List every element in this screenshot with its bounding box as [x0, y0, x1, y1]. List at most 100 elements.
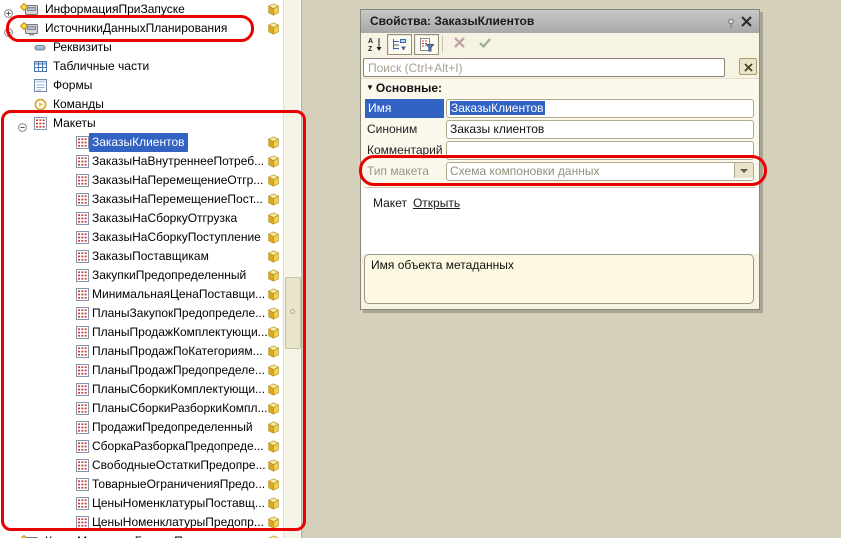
tree-item-label[interactable]: Макеты — [50, 114, 99, 133]
metadata-tree: ИнформацияПриЗапускеИсточникиДанныхПлани… — [0, 0, 283, 538]
tree-item-label[interactable]: ПродажиПредопределенный — [89, 418, 256, 437]
selected-text: ЗаказыКлиентов — [450, 101, 545, 115]
sort-alphabetical-button[interactable]: A Z — [364, 34, 386, 55]
tree-row[interactable]: СвободныеОстаткиПредопре... — [0, 456, 283, 475]
tree-item-label[interactable]: Команды — [50, 95, 107, 114]
dropdown-button[interactable] — [734, 163, 753, 178]
tree-row[interactable]: ПланыСборкиКомплектующи... — [0, 380, 283, 399]
group-by-category-button[interactable] — [387, 34, 412, 55]
collapse-icon[interactable] — [18, 119, 27, 128]
sort-az-icon: A Z — [367, 36, 384, 52]
property-value-field[interactable]: Заказы клиентов — [446, 120, 754, 139]
delete-icon — [453, 36, 466, 49]
accept-edit-button[interactable] — [474, 34, 496, 55]
tree-item-label[interactable]: ИнформацияПриЗапуске — [42, 0, 188, 19]
show-important-only-button[interactable] — [414, 34, 439, 55]
tree-item-label[interactable]: ЦеныНоменклатурыПредопр... — [89, 513, 267, 532]
tree-row[interactable]: Табличные части — [0, 57, 283, 76]
tree-row[interactable]: Реквизиты — [0, 38, 283, 57]
tree-row[interactable]: ПродажиПредопределенный — [0, 418, 283, 437]
tree-item-label[interactable]: ПланыПродажПоКатегориям... — [89, 342, 266, 361]
tree-row[interactable]: ИнформацияПриЗапуске — [0, 0, 283, 19]
svg-text:Z: Z — [368, 46, 373, 52]
tree-item-label[interactable]: ПланыПродажКомплектующи... — [89, 323, 271, 342]
properties-titlebar[interactable]: Свойства: ЗаказыКлиентов — [361, 10, 759, 34]
tree-item-label[interactable]: Табличные части — [50, 57, 152, 76]
tree-item-label[interactable]: ПланыЗакупокПредопределе... — [89, 304, 268, 323]
tree-row[interactable]: КартаМаршрутаБизнесПроцесса — [0, 532, 283, 538]
property-value-field[interactable]: ЗаказыКлиентов — [446, 99, 754, 118]
tree-row[interactable]: ПланыПродажПредопределе... — [0, 361, 283, 380]
tree-row[interactable]: ПланыЗакупокПредопределе... — [0, 304, 283, 323]
tree-item-label[interactable]: ЗаказыПоставщикам — [89, 247, 212, 266]
property-value-field[interactable]: Схема компоновки данных — [446, 162, 754, 181]
property-value-field[interactable] — [446, 141, 754, 160]
tree-item-label[interactable]: ЗаказыНаПеремещениеПост... — [89, 190, 266, 209]
tree-item-label[interactable]: КартаМаршрутаБизнесПроцесса — [42, 532, 231, 538]
tree-row[interactable]: ЦеныНоменклатурыПоставщ... — [0, 494, 283, 513]
tree-row[interactable]: Макеты — [0, 114, 283, 133]
tree-item-label[interactable]: ЗаказыНаВнутреннееПотреб... — [89, 152, 267, 171]
tree-row[interactable]: ЗаказыПоставщикам — [0, 247, 283, 266]
tree-item-label[interactable]: ИсточникиДанныхПланирования — [42, 19, 230, 38]
tree-item-label[interactable]: СборкаРазборкаПредопреде... — [89, 437, 267, 456]
properties-toolbar: A Z — [361, 33, 759, 57]
property-row: Тип макетаСхема компоновки данных — [361, 161, 759, 182]
tree-row[interactable]: ЗакупкиПредопределенный — [0, 266, 283, 285]
search-input[interactable] — [363, 58, 725, 77]
property-label[interactable]: Синоним — [367, 119, 443, 139]
tree-row[interactable]: ЗаказыНаСборкуПоступление — [0, 228, 283, 247]
tree-row[interactable]: ЗаказыНаСборкуОтгрузка — [0, 209, 283, 228]
tree-item-label[interactable]: ПланыПродажПредопределе... — [89, 361, 268, 380]
tree-row[interactable]: МинимальнаяЦенаПоставщи... — [0, 285, 283, 304]
value-text: Заказы клиентов — [450, 122, 544, 136]
expand-icon[interactable] — [4, 24, 13, 33]
tree-row[interactable]: ЗаказыНаПеремещениеПост... — [0, 190, 283, 209]
properties-search-row — [361, 57, 759, 78]
tree-scrollbar-thumb[interactable] — [285, 277, 301, 349]
tree-row[interactable]: СборкаРазборкаПредопреде... — [0, 437, 283, 456]
pin-icon[interactable] — [727, 16, 735, 27]
tree-item-label[interactable]: ЗаказыНаСборкуОтгрузка — [89, 209, 240, 228]
tree-scrollbar[interactable] — [283, 0, 300, 538]
tree-item-label[interactable]: СвободныеОстаткиПредопре... — [89, 456, 269, 475]
tree-row[interactable]: ИсточникиДанныхПланирования — [0, 19, 283, 38]
tree-item-label[interactable]: ТоварныеОграниченияПредо... — [89, 475, 268, 494]
accept-icon — [478, 36, 492, 49]
tree-item-label[interactable]: ЗакупкиПредопределенный — [89, 266, 249, 285]
tree-row[interactable]: ЗаказыНаВнутреннееПотреб... — [0, 152, 283, 171]
tree-row[interactable]: Формы — [0, 76, 283, 95]
property-label[interactable]: Тип макета — [367, 161, 443, 181]
tree-row[interactable]: ПланыСборкиРазборкиКомпл... — [0, 399, 283, 418]
tree-row[interactable]: Команды — [0, 95, 283, 114]
search-clear-button[interactable] — [739, 58, 757, 75]
property-label[interactable]: Имя — [365, 99, 444, 118]
layout-label: Макет — [373, 196, 407, 210]
section-header-main[interactable]: ▼Основные: — [366, 81, 442, 95]
property-label[interactable]: Комментарий — [367, 140, 443, 160]
tree-row[interactable]: ЦеныНоменклатурыПредопр... — [0, 513, 283, 532]
tree-row[interactable]: ПланыПродажКомплектующи... — [0, 323, 283, 342]
open-layout-link[interactable]: Открыть — [413, 196, 460, 210]
configurator-workspace: ИнформацияПриЗапускеИсточникиДанныхПлани… — [0, 0, 841, 538]
tree-item-label[interactable]: ПланыСборкиКомплектующи... — [89, 380, 268, 399]
tree-row[interactable]: ТоварныеОграниченияПредо... — [0, 475, 283, 494]
cancel-edit-button[interactable] — [448, 34, 470, 55]
tree-row[interactable]: ПланыПродажПоКатегориям... — [0, 342, 283, 361]
tree-item-label[interactable]: Реквизиты — [50, 38, 115, 57]
tree-item-label[interactable]: МинимальнаяЦенаПоставщи... — [89, 285, 268, 304]
scrollbar-grip-icon — [290, 309, 295, 314]
tree-item-label[interactable]: Формы — [50, 76, 95, 95]
tree-row[interactable]: ЗаказыКлиентов — [0, 133, 283, 152]
tree-item-label[interactable]: ЗаказыНаСборкуПоступление — [89, 228, 264, 247]
tree-row[interactable]: ЗаказыНаПеремещениеОтгр... — [0, 171, 283, 190]
tree-item-label[interactable]: ПланыСборкиРазборкиКомпл... — [89, 399, 271, 418]
filter-page-icon — [418, 37, 435, 53]
tree-item-label[interactable]: ЗаказыКлиентов — [89, 133, 188, 152]
tree-item-label[interactable]: ЦеныНоменклатурыПоставщ... — [89, 494, 268, 513]
clear-icon — [744, 63, 753, 72]
expand-icon[interactable] — [4, 5, 13, 14]
close-icon[interactable] — [740, 15, 753, 28]
tree-item-label[interactable]: ЗаказыНаПеремещениеОтгр... — [89, 171, 266, 190]
property-grid: ▼Основные: Имя ЗаказыКлиентов Синоним Заказ… — [361, 78, 759, 189]
